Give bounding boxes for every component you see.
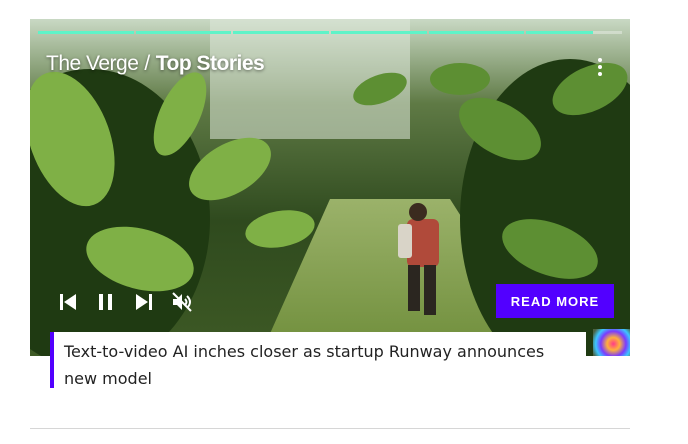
headline-caption[interactable]: Text-to-video AI inches closer as startu… (50, 332, 586, 388)
progress-segment-current (526, 31, 623, 34)
progress-segment (428, 31, 525, 34)
section-name: Top Stories (155, 52, 265, 75)
progress-segment (135, 31, 232, 34)
pause-icon[interactable] (94, 290, 118, 314)
volume-muted-icon[interactable] (170, 290, 194, 314)
headline-text[interactable]: Text-to-video AI inches closer as startu… (64, 342, 544, 388)
progress-segment (331, 31, 427, 34)
progress-segment (233, 31, 330, 34)
video-player[interactable]: The Verge / Top Stories READ MORE (30, 19, 630, 356)
player-brand-title: The Verge / Top Stories (46, 52, 265, 76)
skip-next-icon[interactable] (132, 290, 156, 314)
title-separator: / (144, 52, 150, 75)
source-name: The Verge (46, 52, 139, 75)
app-badge-icon[interactable] (593, 329, 630, 356)
playback-controls (56, 290, 194, 314)
kebab-menu-icon[interactable] (590, 57, 610, 77)
read-more-button[interactable]: READ MORE (496, 284, 614, 318)
section-divider (30, 428, 630, 429)
progress-segment (38, 31, 134, 34)
story-progress-bar (38, 31, 623, 34)
skip-previous-icon[interactable] (56, 290, 80, 314)
